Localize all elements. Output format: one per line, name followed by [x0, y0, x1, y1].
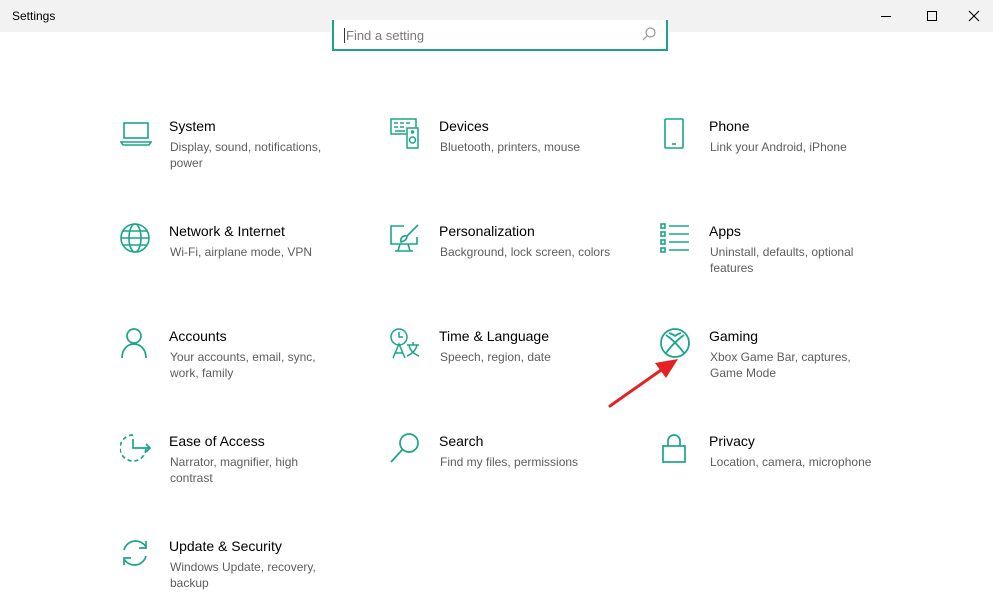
tile-title: Gaming — [709, 328, 759, 344]
annotation-arrow — [608, 359, 678, 408]
tile-gaming[interactable]: Gaming Xbox Game Bar, captures, Game Mod… — [660, 328, 910, 408]
text-caret — [344, 28, 345, 43]
tile-description: Display, sound, notifications, power — [170, 140, 322, 170]
tile-description: Location, camera, microphone — [710, 455, 872, 469]
tile-title: Time & Language — [439, 328, 549, 344]
close-button[interactable] — [955, 0, 993, 32]
tile-search[interactable]: Search Find my files, permissions — [390, 433, 640, 513]
minimize-icon — [881, 16, 891, 17]
tile-title: Update & Security — [169, 538, 282, 554]
tile-description: Windows Update, recovery, backup — [170, 560, 316, 590]
tile-title: Privacy — [709, 433, 755, 449]
devices-icon — [390, 118, 422, 150]
phone-icon — [660, 118, 692, 150]
tile-title: Accounts — [169, 328, 227, 344]
tile-description: Link your Android, iPhone — [710, 140, 847, 154]
tile-title: Phone — [709, 118, 750, 134]
tile-description: Speech, region, date — [440, 350, 551, 364]
tile-personalization[interactable]: Personalization Background, lock screen,… — [390, 223, 640, 303]
search-placeholder: Find a setting — [346, 28, 425, 43]
tile-update-security[interactable]: Update & Security Windows Update, recove… — [120, 538, 370, 604]
tile-network-internet[interactable]: Network & Internet Wi-Fi, airplane mode,… — [120, 223, 370, 303]
tile-apps[interactable]: Apps Uninstall, defaults, optional featu… — [660, 223, 910, 303]
tile-description: Bluetooth, printers, mouse — [440, 140, 581, 154]
tile-description: Background, lock screen, colors — [440, 245, 611, 259]
minimize-button[interactable] — [863, 0, 909, 32]
tile-title: Network & Internet — [169, 223, 285, 239]
person-icon — [120, 328, 152, 360]
window-title: Settings — [12, 9, 56, 23]
paintbrush-icon — [390, 223, 422, 255]
tile-description: Find my files, permissions — [440, 455, 579, 469]
tile-system[interactable]: System Display, sound, notifications, po… — [120, 118, 370, 198]
search-icon — [390, 433, 422, 465]
tile-title: Search — [439, 433, 484, 449]
maximize-button[interactable] — [909, 0, 955, 32]
tile-ease-of-access[interactable]: Ease of Access Narrator, magnifier, high… — [120, 433, 370, 513]
tile-description: Wi-Fi, airplane mode, VPN — [170, 245, 313, 259]
tile-description: Uninstall, defaults, optional features — [710, 245, 854, 275]
tile-phone[interactable]: Phone Link your Android, iPhone — [660, 118, 910, 198]
maximize-icon — [927, 11, 937, 21]
tile-title: Apps — [709, 223, 741, 239]
tile-accounts[interactable]: Accounts Your accounts, email, sync, wor… — [120, 328, 370, 408]
search-icon[interactable] — [641, 26, 657, 42]
tile-title: Devices — [439, 118, 489, 134]
tile-title: Personalization — [439, 223, 535, 239]
ease-of-access-icon — [120, 433, 152, 465]
tile-title: System — [169, 118, 216, 134]
search-input[interactable]: Find a setting — [332, 20, 668, 51]
update-icon — [120, 538, 152, 570]
apps-list-icon — [660, 223, 692, 255]
tile-description: Your accounts, email, sync, work, family — [170, 350, 316, 380]
tile-devices[interactable]: Devices Bluetooth, printers, mouse — [390, 118, 640, 198]
tile-description: Narrator, magnifier, high contrast — [170, 455, 299, 485]
time-language-icon — [390, 328, 422, 360]
globe-icon — [120, 223, 152, 255]
tile-title: Ease of Access — [169, 433, 265, 449]
laptop-icon — [120, 118, 152, 150]
tile-privacy[interactable]: Privacy Location, camera, microphone — [660, 433, 910, 513]
lock-icon — [660, 433, 692, 465]
close-icon — [968, 10, 980, 22]
tile-description: Xbox Game Bar, captures, Game Mode — [710, 350, 851, 380]
